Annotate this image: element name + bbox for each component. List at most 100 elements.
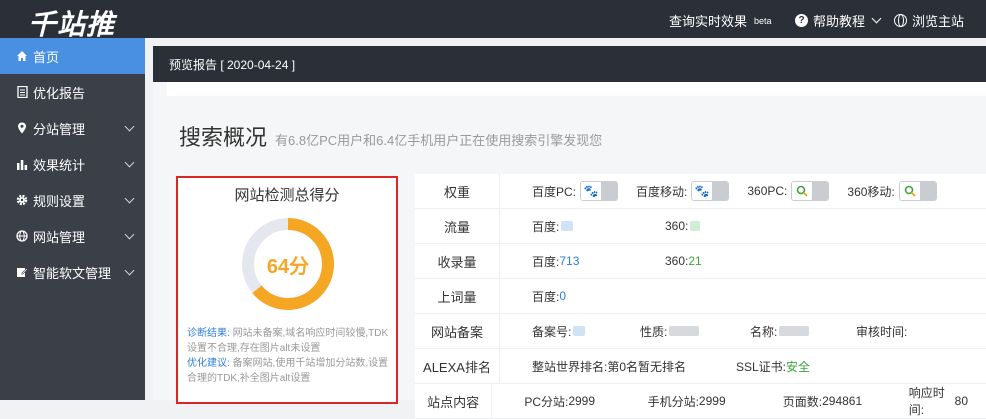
row-body: 整站世界排名: 第0名暂无排名 SSL证书: 安全 [499,349,986,383]
pc-substations: PC分站: 2999 [524,393,629,410]
overview-heading: 搜索概况 有6.8亿PC用户和6.4亿手机用户正在使用搜索引擎发现您 [179,120,602,152]
chevron-down-icon [124,265,135,276]
360-pc-weight: 360PC: [747,181,830,201]
baidu-paw-icon: 🐾 [581,182,602,200]
response-time: 响应时间: 80 [909,384,968,418]
icp-nature: 性质: [640,323,732,340]
browse-label: 浏览主站 [912,14,965,29]
report-title: 预览报告 [ 2020-04-24 ] [169,58,296,72]
magnifier-icon [899,182,920,200]
item-label: 360PC: [747,184,788,198]
sidebar-item-websites[interactable]: 网站管理 [0,218,145,254]
chevron-down-icon [871,13,882,24]
query-realtime-label: 查询实时效果 [669,14,748,29]
sidebar-item-substations[interactable]: 分站管理 [0,110,145,146]
item-label: 响应时间: [908,386,945,417]
baidu-mobile-weight: 百度移动: 🐾 [636,181,730,201]
row-body: PC分站: 2999 手机分站: 2999 页面数: 294861 响应时间: 80 [491,384,986,418]
sidebar-item-home[interactable]: 首页 [0,38,145,74]
help-label: 帮助教程 [813,14,866,29]
score-panel: 网站检测总得分 64分 诊断结果: 网站未备案,域名响应时间较慢,TDK设置不合… [176,176,398,404]
metrics-table: 权重 百度PC: 🐾 百度移动: 🐾 360PC: 360移动: 流量 百度: 36… [415,174,986,419]
row-body: 百度PC: 🐾 百度移动: 🐾 360PC: 360移动: [499,174,986,208]
gear-icon [16,194,28,206]
diagnosis-text: 诊断结果: 网站未备案,域名响应时间较慢,TDK设置不合理,存在图片alt未设置… [187,326,393,386]
help-menu[interactable]: ? 帮助教程 [795,11,882,30]
help-icon: ? [795,14,808,27]
item-label: 备案号: [532,324,572,339]
table-row: 权重 百度PC: 🐾 百度移动: 🐾 360PC: 360移动: [415,174,986,209]
item-label: 整站世界排名: [532,359,608,374]
row-header: 权重 [443,184,470,200]
diagnosis-key: 诊断结果: [187,328,230,339]
page-count: 页面数: 294861 [783,393,891,410]
sidebar-item-label: 分站管理 [33,121,86,137]
item-label: 性质: [640,324,668,339]
chevron-down-icon [124,157,135,168]
icp-number: 备案号: [532,323,622,340]
logo[interactable]: 千站推 [28,3,115,43]
item-label: 百度PC: [532,184,577,199]
table-row: 流量 百度: 360: [415,209,986,244]
alexa-rank: 整站世界排名: 第0名暂无排名 [532,358,718,375]
item-value: 713 [559,254,580,268]
row-body: 百度: 713 360: 21 [499,244,986,278]
document-icon [16,86,28,98]
magnifier-icon [792,182,813,200]
table-row: ALEXA排名 整站世界排名: 第0名暂无排名 SSL证书: 安全 [415,349,986,384]
edit-icon [16,266,28,278]
table-row: 上词量 百度: 0 [415,279,986,314]
item-value: 2999 [568,394,596,408]
sidebar-item-statistics[interactable]: 效果统计 [0,146,145,182]
row-header: 收录量 [437,254,477,270]
score-title: 网站检测总得分 [234,187,340,204]
row-body: 备案号: 性质: 名称: 审核时间: [499,314,986,348]
weight-badge [791,181,830,201]
advice-key: 优化建议: [187,358,230,369]
report-header: 预览报告 [ 2020-04-24 ] [153,46,986,82]
item-label: 百度: [532,254,560,269]
traffic-value [561,221,574,231]
item-value [669,326,700,336]
chevron-down-icon [124,229,135,240]
item-value: 21 [688,254,702,268]
item-label: 360: [665,254,689,268]
baidu-traffic: 百度: [532,218,647,235]
item-value: 80 [954,394,968,408]
item-value [779,326,810,336]
row-header: 网站备案 [430,324,483,340]
item-label: 百度: [532,219,560,234]
sidebar-item-articles[interactable]: 智能软文管理 [0,254,145,290]
page-subtitle: 有6.8亿PC用户和6.4亿手机用户正在使用搜索引擎发现您 [275,133,603,148]
sidebar-item-label: 智能软文管理 [33,265,112,281]
home-icon [16,50,28,62]
icp-name: 名称: [750,323,838,340]
360-mobile-weight: 360移动: [847,181,937,201]
baidu-pc-weight: 百度PC: 🐾 [532,181,619,201]
sidebar-item-label: 网站管理 [33,229,86,245]
sidebar-item-label: 首页 [33,49,60,65]
sidebar-item-label: 优化报告 [33,85,86,101]
sidebar-item-rules[interactable]: 规则设置 [0,182,145,218]
item-label: 360移动: [847,184,895,199]
browse-main-site-link[interactable]: 浏览主站 [894,11,964,30]
row-header: 站点内容 [427,394,480,410]
sidebar-item-report[interactable]: 优化报告 [0,74,145,110]
query-realtime-link[interactable]: 查询实时效果 beta [669,11,772,30]
item-label: 审核时间: [856,324,908,339]
item-label: 360: [665,219,689,233]
item-value: 安全 [786,359,811,374]
globe-icon [16,230,28,242]
table-row: 站点内容 PC分站: 2999 手机分站: 2999 页面数: 294861 响应时间… [415,384,986,419]
item-label: 手机分站: [647,394,699,409]
icp-review-time: 审核时间: [856,323,907,340]
location-pin-icon [16,122,28,134]
table-row: 网站备案 备案号: 性质: 名称: 审核时间: [415,314,986,349]
top-bar: 千站推 查询实时效果 beta ? 帮助教程 浏览主站 [0,0,986,41]
ssl-certificate: SSL证书: 安全 [736,358,810,375]
360-traffic: 360: [665,219,701,233]
traffic-value [690,221,701,231]
table-row: 收录量 百度: 713 360: 21 [415,244,986,279]
item-label: 百度移动: [636,184,688,199]
content-top-strip [167,82,986,96]
